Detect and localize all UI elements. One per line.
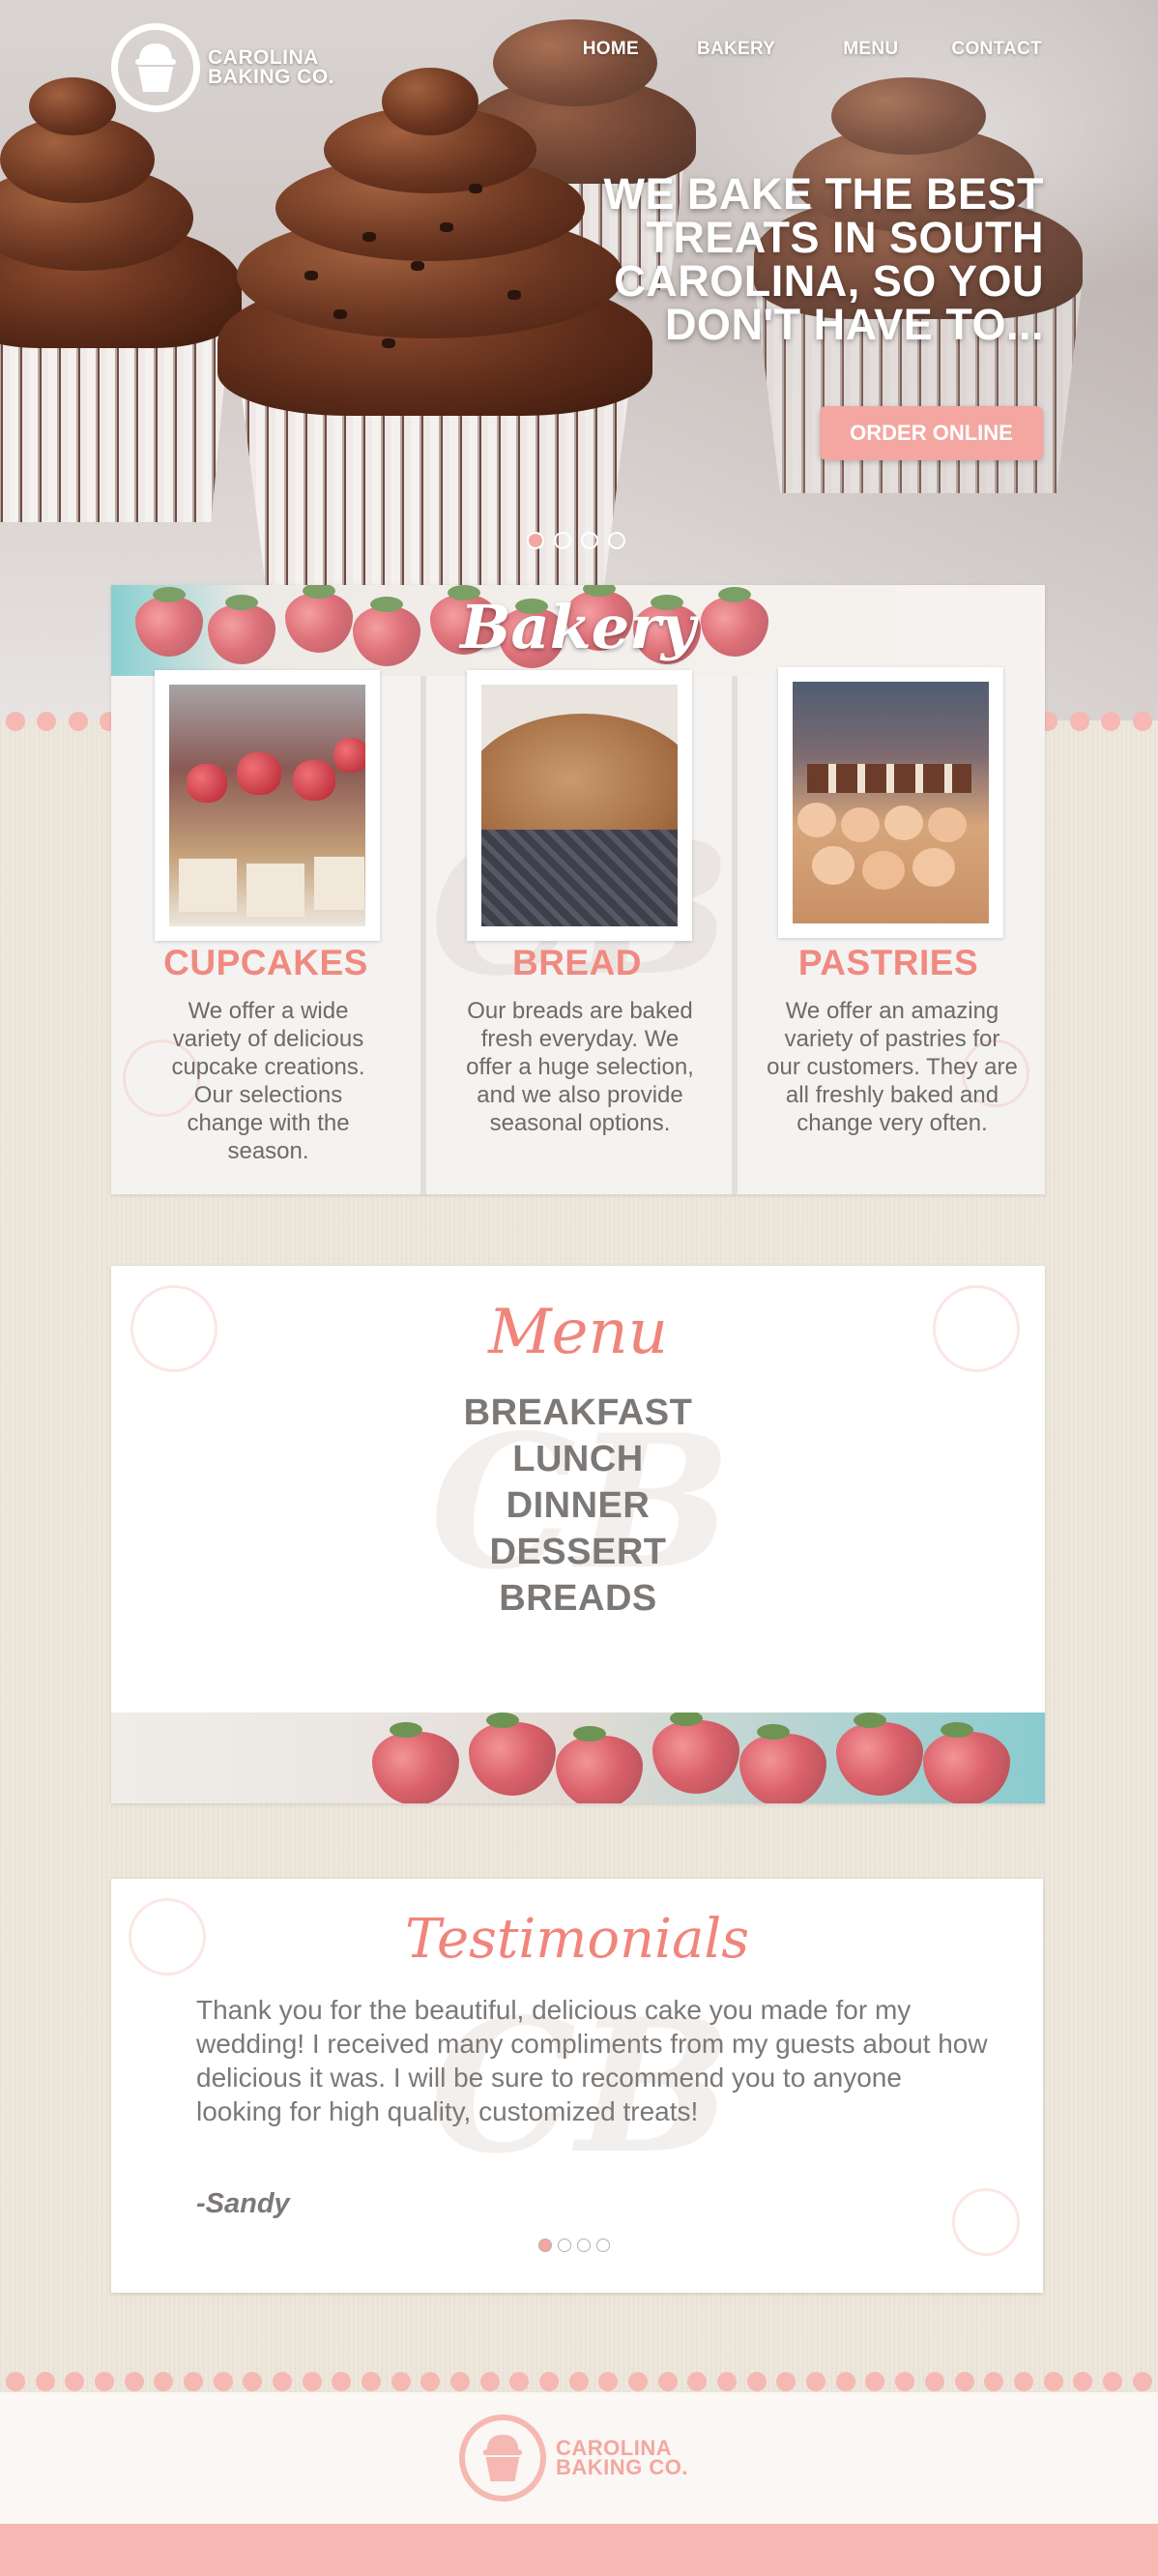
nav-home[interactable]: HOME: [583, 39, 639, 60]
menu-item-dinner[interactable]: DINNER: [111, 1482, 1045, 1529]
testimonials-section: CB Testimonials Thank you for the beauti…: [111, 1879, 1043, 2293]
menu-item-breakfast[interactable]: BREAKFAST: [111, 1390, 1045, 1436]
bread-photo: [467, 670, 692, 941]
menu-section: CB Menu BREAKFAST LUNCH DINNER DESSERT B…: [111, 1266, 1045, 1803]
nav-menu[interactable]: MENU: [843, 39, 898, 60]
nav-bakery[interactable]: BAKERY: [697, 39, 775, 60]
bakery-title: Bakery: [460, 592, 696, 662]
testimonial-dot-2[interactable]: [558, 2239, 571, 2252]
bakery-item-text-pastries: We offer an amazing variety of pastries …: [767, 998, 1018, 1136]
hero-slide-dot-2[interactable]: [554, 532, 571, 549]
footer-logo[interactable]: CAROLINA BAKING CO.: [459, 2415, 688, 2502]
scallop-border-bottom: [0, 2372, 1158, 2391]
hero-slider-dots: [527, 532, 625, 549]
menu-list: BREAKFAST LUNCH DINNER DESSERT BREADS: [111, 1390, 1045, 1622]
nav-contact[interactable]: CONTACT: [951, 39, 1042, 60]
cupcake-icon: [459, 2415, 546, 2502]
testimonial-dot-4[interactable]: [596, 2239, 610, 2252]
hero-slide-dot-3[interactable]: [581, 532, 598, 549]
testimonials-title: Testimonials: [404, 1908, 750, 1971]
footer-brand-name: CAROLINA BAKING CO.: [556, 2438, 688, 2479]
testimonial-quote: Thank you for the beautiful, delicious c…: [196, 1995, 988, 2126]
menu-strawberry-strip: [111, 1712, 1045, 1803]
brand-name-line2: BAKING CO.: [208, 66, 334, 88]
main-nav: HOME BAKERY MENU CONTACT: [583, 39, 1042, 60]
cupcake-icon: [111, 23, 200, 112]
footer-brand-line2: BAKING CO.: [556, 2455, 688, 2479]
pastries-photo: [778, 667, 1003, 938]
bakery-section: Bakery CB: [111, 585, 1045, 1194]
testimonial-dot-1[interactable]: [538, 2239, 552, 2252]
testimonial-author: -Sandy: [196, 2188, 290, 2219]
testimonial-dot-3[interactable]: [577, 2239, 591, 2252]
hero-slide-dot-4[interactable]: [608, 532, 625, 549]
site-logo[interactable]: CAROLINA BAKING CO.: [111, 23, 334, 112]
brand-name: CAROLINA BAKING CO.: [208, 46, 334, 88]
cupcakes-photo: [155, 670, 380, 941]
bakery-item-text-bread: Our breads are baked fresh everyday. We …: [466, 998, 694, 1136]
bakery-item-text-cupcakes: We offer a wide variety of delicious cup…: [171, 998, 365, 1164]
hero-headline: WE BAKE THE BEST TREATS IN SOUTH CAROLIN…: [603, 169, 1044, 349]
menu-item-lunch[interactable]: LUNCH: [111, 1436, 1045, 1482]
menu-item-dessert[interactable]: DESSERT: [111, 1529, 1045, 1575]
hero-slide-dot-1[interactable]: [527, 532, 544, 549]
bakery-item-title-cupcakes: CUPCAKES: [163, 943, 368, 982]
menu-item-breads[interactable]: BREADS: [111, 1575, 1045, 1622]
order-online-button[interactable]: ORDER ONLINE: [820, 406, 1043, 460]
bakery-item-title-pastries: PASTRIES: [797, 943, 979, 982]
footer-bottom-bar: [0, 2524, 1158, 2576]
brand-name-line1: CAROLINA: [208, 46, 319, 69]
testimonial-slider-dots: [538, 2239, 610, 2252]
menu-title: Menu: [488, 1297, 668, 1368]
bakery-item-title-bread: BREAD: [511, 943, 643, 982]
